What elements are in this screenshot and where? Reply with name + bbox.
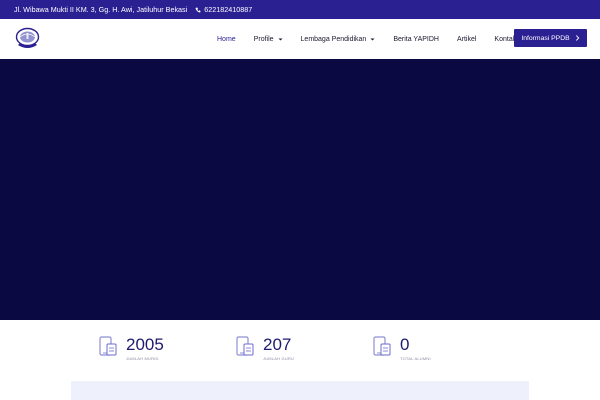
tablet-icon bbox=[236, 336, 254, 356]
top-info-bar: Jl. Wibawa Mukti II KM. 3, Gg. H. Awi, J… bbox=[0, 0, 600, 19]
stat-label: Total Alumni bbox=[400, 356, 431, 361]
stat-value: 207 bbox=[263, 335, 292, 354]
nav-label: Berita YAPIDH bbox=[393, 35, 439, 43]
phone-number: 622182410887 bbox=[204, 5, 253, 14]
stat-value: 2005 bbox=[126, 335, 164, 354]
chevron-down-icon bbox=[278, 38, 283, 40]
stats-section: 2005 Jumlah Murid 207 Jumlah Guru 0 Tota… bbox=[0, 320, 600, 380]
tablet-icon bbox=[373, 336, 391, 356]
stat-jumlah-guru: 207 Jumlah Guru bbox=[235, 336, 294, 361]
stat-label: Jumlah Guru bbox=[263, 356, 295, 361]
cta-label: Informasi PPDB bbox=[521, 34, 570, 42]
nav-label: Artikel bbox=[456, 35, 477, 43]
main-nav: Home Profile Lembaga Pendidikan Berita Y… bbox=[208, 19, 525, 59]
chevron-down-icon bbox=[370, 38, 375, 40]
hero-banner bbox=[0, 59, 600, 320]
nav-label: Lembaga Pendidikan bbox=[300, 35, 367, 43]
address-text: Jl. Wibawa Mukti II KM. 3, Gg. H. Awi, J… bbox=[14, 5, 188, 14]
school-logo[interactable] bbox=[14, 26, 41, 51]
nav-item-home[interactable]: Home bbox=[208, 19, 245, 59]
main-header: Home Profile Lembaga Pendidikan Berita Y… bbox=[0, 19, 600, 59]
nav-item-profile[interactable]: Profile bbox=[245, 19, 292, 59]
stat-label: Jumlah Murid bbox=[126, 356, 159, 361]
nav-label: Home bbox=[217, 35, 236, 43]
nav-item-berita[interactable]: Berita YAPIDH bbox=[384, 19, 448, 59]
ppdb-info-button[interactable]: Informasi PPDB bbox=[514, 29, 587, 47]
phone-icon bbox=[195, 7, 201, 12]
content-panel bbox=[71, 381, 529, 400]
nav-item-lembaga-pendidikan[interactable]: Lembaga Pendidikan bbox=[292, 19, 385, 59]
nav-label: Profile bbox=[253, 35, 274, 43]
nav-item-artikel[interactable]: Artikel bbox=[448, 19, 485, 59]
stat-value: 0 bbox=[400, 335, 410, 354]
stat-jumlah-murid: 2005 Jumlah Murid bbox=[98, 336, 164, 361]
tablet-icon bbox=[99, 336, 117, 356]
chevron-right-icon bbox=[575, 35, 580, 41]
phone-link[interactable]: 622182410887 bbox=[195, 5, 252, 14]
nav-label: Kontak bbox=[494, 35, 517, 43]
stat-total-alumni: 0 Total Alumni bbox=[372, 336, 431, 361]
